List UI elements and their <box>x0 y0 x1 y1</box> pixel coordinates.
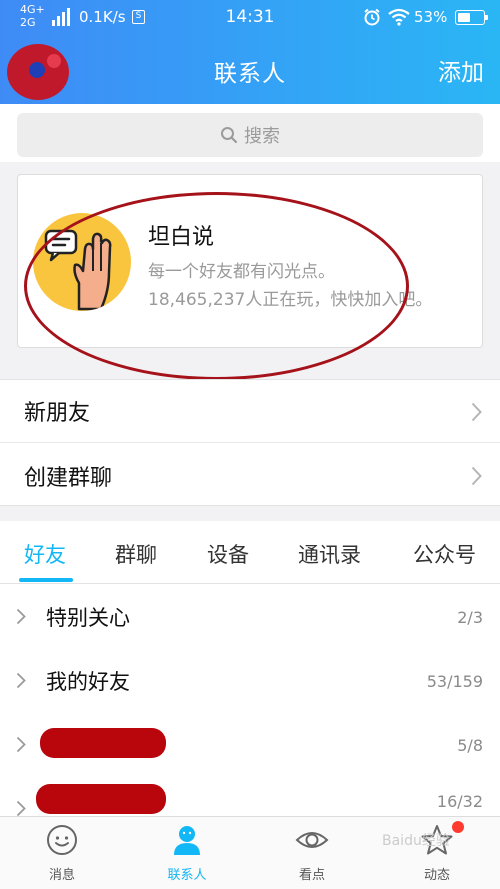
contact-icon <box>174 826 200 855</box>
nav-discover[interactable]: 看点 <box>262 817 362 889</box>
chevron-right-icon <box>16 672 26 689</box>
page-title: 联系人 <box>214 61 286 87</box>
nav-messages[interactable]: 消息 <box>12 817 112 889</box>
friend-groups-list: 特别关心 2/3 我的好友 53/159 5/8 16/32 <box>0 584 500 816</box>
promo-subtitle: 每一个好友都有闪光点。 <box>148 262 335 282</box>
alarm-icon <box>364 8 380 26</box>
new-friends-row[interactable]: 新朋友 <box>0 380 500 443</box>
chevron-right-icon <box>16 736 26 753</box>
chevron-right-icon <box>471 402 482 422</box>
list-item[interactable]: 我的好友 53/159 <box>0 648 500 712</box>
chat-face-icon <box>47 825 77 855</box>
promo-title: 坦白说 <box>148 225 215 250</box>
promo-card-tanbaishuo[interactable]: 坦白说 每一个好友都有闪光点。 18,465,237人正在玩，快快加入吧。 <box>17 174 483 348</box>
group-count: 2/3 <box>457 608 483 627</box>
battery-icon <box>455 10 488 25</box>
tab-groups[interactable]: 群聊 <box>115 539 157 569</box>
new-friends-label: 新朋友 <box>24 401 91 426</box>
contacts-tabs: 好友 群聊 设备 通讯录 公众号 <box>0 521 500 584</box>
chevron-right-icon <box>16 800 26 816</box>
battery-percent: 53% <box>414 8 448 26</box>
wifi-icon <box>388 8 410 26</box>
nav-contacts[interactable]: 联系人 <box>137 817 237 889</box>
chevron-right-icon <box>16 608 26 625</box>
notification-dot <box>452 821 464 833</box>
raised-hand-icon <box>33 213 131 311</box>
nav-messages-label: 消息 <box>48 868 75 883</box>
group-count: 5/8 <box>457 736 483 755</box>
list-item[interactable]: 特别关心 2/3 <box>0 584 500 648</box>
search-area: 搜索 <box>0 104 500 162</box>
list-item[interactable]: 16/32 <box>0 776 500 816</box>
nav-feed[interactable]: 动态 <box>387 817 487 889</box>
list-item[interactable]: 5/8 <box>0 712 500 776</box>
nav-feed-label: 动态 <box>423 868 450 883</box>
tab-friends[interactable]: 好友 <box>24 539 66 569</box>
create-group-chat-label: 创建群聊 <box>24 465 113 491</box>
search-input[interactable]: 搜索 <box>17 113 483 157</box>
nav-contacts-label: 联系人 <box>167 868 207 883</box>
nav-discover-label: 看点 <box>298 868 325 883</box>
watermark: Baidu经验 <box>382 833 450 849</box>
create-group-chat-row[interactable]: 创建群聊 <box>0 444 500 507</box>
search-icon <box>221 127 238 144</box>
tab-official-accounts[interactable]: 公众号 <box>413 539 476 569</box>
tab-devices[interactable]: 设备 <box>207 539 249 569</box>
title-bar: 联系人 添加 <box>0 34 500 104</box>
group-name: 特别关心 <box>46 606 130 630</box>
eye-icon <box>295 832 329 848</box>
group-count: 16/32 <box>436 792 483 811</box>
active-tab-indicator <box>19 578 73 582</box>
app-header: 4G+ 2G 0.1K/s S 14:31 53% 联系人 添加 <box>0 0 500 104</box>
promo-players-count: 18,465,237人正在玩，快快加入吧。 <box>148 290 433 310</box>
add-button[interactable]: 添加 <box>438 53 484 87</box>
battery-fill <box>458 13 471 22</box>
tab-address-book[interactable]: 通讯录 <box>298 539 361 569</box>
chevron-right-icon <box>471 466 482 486</box>
group-name: 我的好友 <box>46 670 130 694</box>
redaction-mark <box>36 784 166 814</box>
redaction-mark <box>40 728 166 758</box>
search-placeholder: 搜索 <box>244 126 280 147</box>
group-count: 53/159 <box>426 672 483 691</box>
contacts-menu: 新朋友 创建群聊 <box>0 379 500 506</box>
bottom-nav: 消息 联系人 看点 动态 <box>0 816 500 889</box>
status-bar: 4G+ 2G 0.1K/s S 14:31 53% <box>0 0 500 34</box>
